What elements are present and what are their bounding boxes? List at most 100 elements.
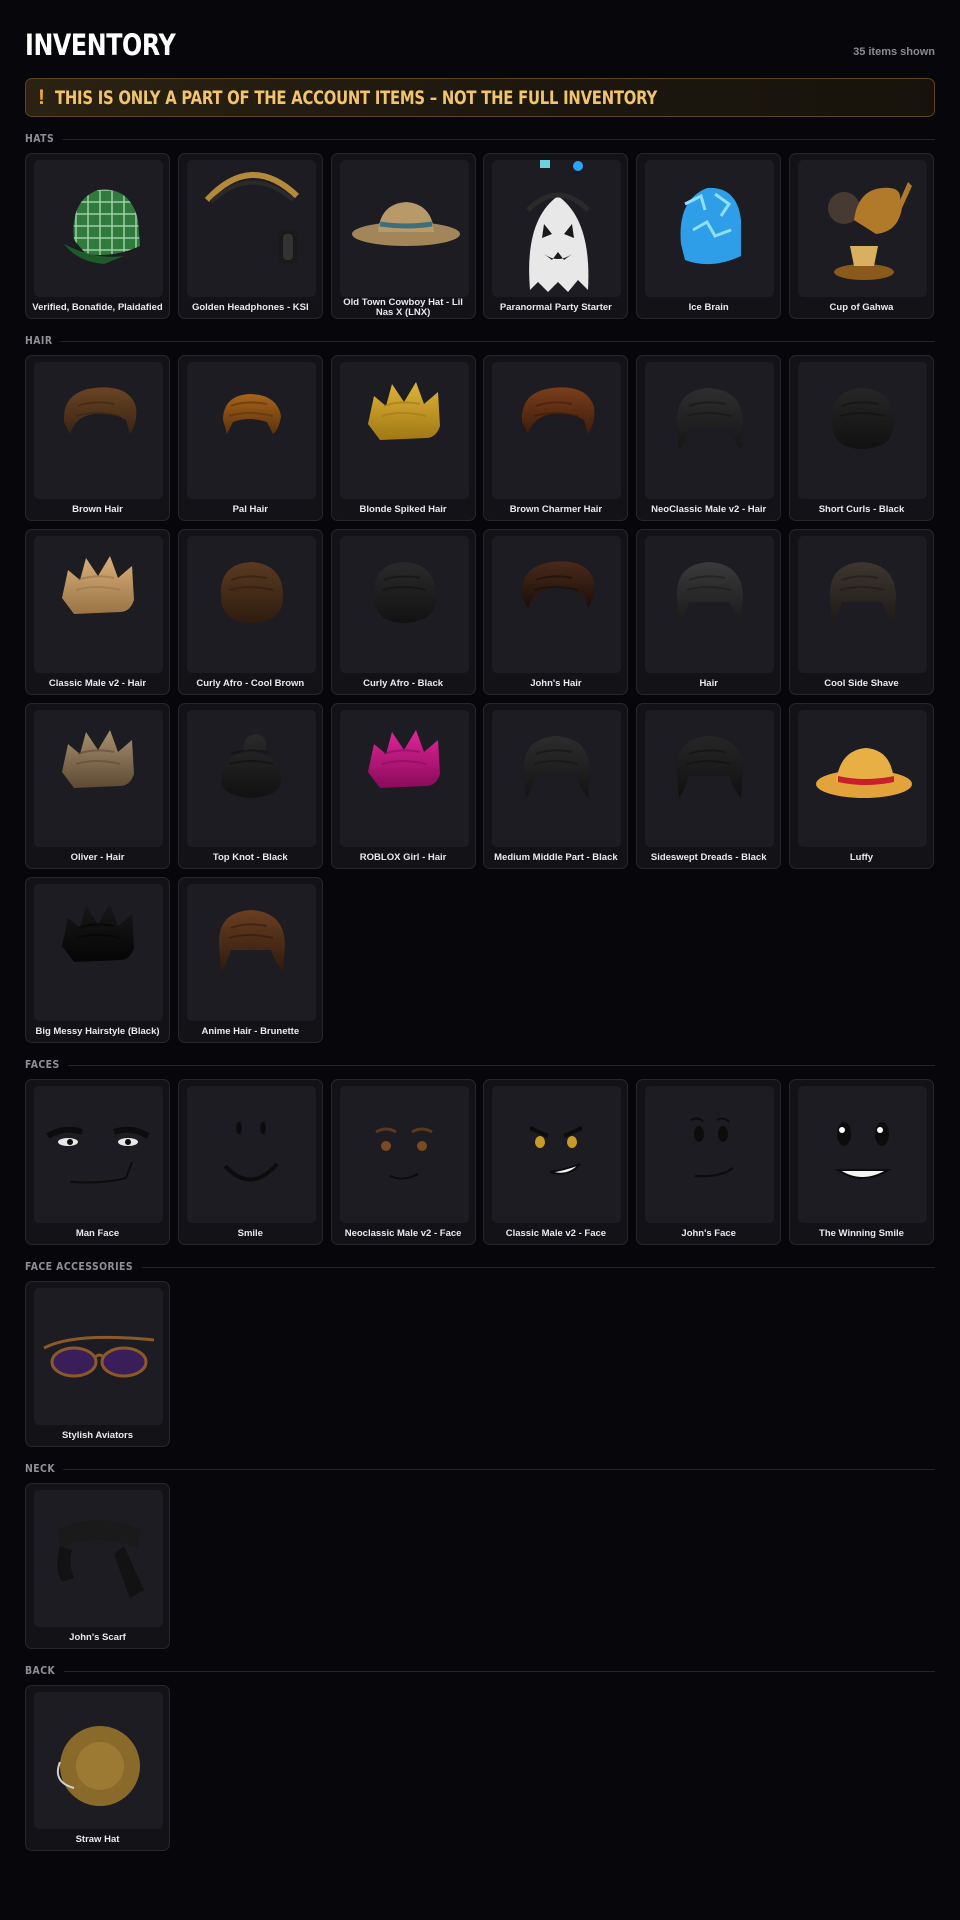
sunglasses-icon: [34, 1288, 163, 1425]
item-card[interactable]: Pal Hair: [177, 355, 323, 521]
hair-icon: [492, 536, 621, 673]
item-thumbnail: [339, 362, 469, 499]
section-divider: [25, 139, 935, 140]
section-label: HAIR: [25, 334, 61, 347]
item-card[interactable]: Man Face: [25, 1079, 170, 1245]
item-grid: Stylish Aviators: [25, 1281, 935, 1447]
item-name: John's Face: [681, 1227, 736, 1239]
section-label: FACE ACCESSORIES: [25, 1260, 142, 1273]
item-card[interactable]: Smile: [177, 1079, 323, 1245]
item-card[interactable]: Cup of Gahwa: [788, 153, 934, 319]
warning-icon: !: [38, 85, 45, 109]
item-card[interactable]: Curly Afro - Cool Brown: [177, 529, 323, 695]
item-card[interactable]: Classic Male v2 - Hair: [25, 529, 170, 695]
item-card[interactable]: Oliver - Hair: [25, 703, 170, 869]
item-card[interactable]: Verified, Bonafide, Plaidafied: [25, 153, 170, 319]
item-thumbnail: [645, 160, 775, 297]
section-header: FACES: [25, 1051, 935, 1079]
item-thumbnail: [186, 160, 316, 297]
item-card[interactable]: Brown Charmer Hair: [483, 355, 629, 521]
item-card[interactable]: Medium Middle Part - Black: [483, 703, 629, 869]
item-thumbnail: [34, 160, 163, 297]
item-name: Classic Male v2 - Hair: [48, 677, 147, 689]
item-name: Ice Brain: [688, 301, 729, 313]
header: INVENTORY 35 items shown: [25, 0, 935, 78]
item-card[interactable]: John's Scarf: [25, 1483, 170, 1649]
item-card[interactable]: Hair: [636, 529, 782, 695]
item-card[interactable]: Top Knot - Black: [177, 703, 323, 869]
item-card[interactable]: Neoclassic Male v2 - Face: [330, 1079, 476, 1245]
item-card[interactable]: John's Hair: [483, 529, 629, 695]
hair-icon: [492, 362, 621, 499]
item-thumbnail: [492, 1086, 622, 1223]
item-card[interactable]: ROBLOX Girl - Hair: [330, 703, 476, 869]
item-card[interactable]: Curly Afro - Black: [330, 529, 476, 695]
item-card[interactable]: Paranormal Party Starter: [483, 153, 629, 319]
face-icon: [34, 1086, 163, 1223]
hair-icon: [187, 536, 316, 673]
section-label: BACK: [25, 1664, 64, 1677]
item-card[interactable]: John's Face: [636, 1079, 782, 1245]
section-divider: [25, 1469, 935, 1470]
headphones-icon: [187, 160, 316, 297]
item-thumbnail: [186, 1086, 316, 1223]
item-card[interactable]: Golden Headphones - KSI: [177, 153, 323, 319]
item-card[interactable]: NeoClassic Male v2 - Hair: [636, 355, 782, 521]
section-header: NECK: [25, 1455, 935, 1483]
ice-brain-icon: [645, 160, 774, 297]
item-name: Blonde Spiked Hair: [359, 503, 447, 515]
item-card[interactable]: Sideswept Dreads - Black: [636, 703, 782, 869]
hair-icon: [798, 362, 927, 499]
item-name: John's Hair: [530, 677, 582, 689]
item-card[interactable]: Ice Brain: [636, 153, 782, 319]
section-divider: [25, 1065, 935, 1066]
item-card[interactable]: Anime Hair - Brunette: [177, 877, 323, 1043]
item-name: Anime Hair - Brunette: [201, 1025, 300, 1037]
item-card[interactable]: Straw Hat: [25, 1685, 170, 1851]
inventory-sections: HATS Verified, Bonafide, Plaidafied Gold…: [25, 125, 935, 1851]
item-card[interactable]: Blonde Spiked Hair: [330, 355, 476, 521]
item-card[interactable]: Cool Side Shave: [788, 529, 934, 695]
item-name: Verified, Bonafide, Plaidafied: [32, 301, 163, 313]
item-thumbnail: [492, 536, 622, 673]
hair-icon: [645, 536, 774, 673]
hair-icon: [340, 710, 469, 847]
coffee-pot-icon: [798, 160, 927, 297]
item-name: Stylish Aviators: [61, 1429, 134, 1441]
section-header: HATS: [25, 125, 935, 153]
item-thumbnail: [34, 362, 163, 499]
section-header: HAIR: [25, 327, 935, 355]
item-card[interactable]: Classic Male v2 - Face: [483, 1079, 629, 1245]
item-grid: John's Scarf: [25, 1483, 935, 1649]
item-name: Medium Middle Part - Black: [494, 851, 618, 863]
item-thumbnail: [34, 884, 163, 1021]
item-name: Brown Charmer Hair: [509, 503, 603, 515]
item-thumbnail: [339, 1086, 469, 1223]
item-name: Smile: [237, 1227, 263, 1239]
item-grid: Brown Hair Pal Hair Blonde Spiked Hair B…: [25, 355, 935, 1043]
item-card[interactable]: Brown Hair: [25, 355, 170, 521]
item-card[interactable]: The Winning Smile: [788, 1079, 934, 1245]
item-card[interactable]: Short Curls - Black: [788, 355, 934, 521]
inventory-page: INVENTORY 35 items shown ! THIS IS ONLY …: [25, 0, 935, 1851]
item-thumbnail: [339, 160, 469, 297]
hair-icon: [340, 536, 469, 673]
hair-icon: [34, 536, 163, 673]
hair-icon: [34, 710, 163, 847]
item-card[interactable]: Stylish Aviators: [25, 1281, 170, 1447]
section-label: HATS: [25, 132, 63, 145]
item-name: Man Face: [75, 1227, 120, 1239]
item-thumbnail: [797, 536, 927, 673]
item-name: Straw Hat: [75, 1833, 120, 1845]
item-card[interactable]: Big Messy Hairstyle (Black): [25, 877, 170, 1043]
item-name: Curly Afro - Black: [363, 677, 444, 689]
item-card[interactable]: Luffy: [788, 703, 934, 869]
section-divider: [25, 341, 935, 342]
cowboy-hat-icon: [340, 160, 469, 297]
item-card[interactable]: Old Town Cowboy Hat - Lil Nas X (LNX): [330, 153, 476, 319]
section-header: BACK: [25, 1657, 935, 1685]
item-name: Top Knot - Black: [212, 851, 288, 863]
item-name: Paranormal Party Starter: [499, 301, 612, 313]
item-thumbnail: [34, 536, 163, 673]
item-thumbnail: [34, 710, 163, 847]
